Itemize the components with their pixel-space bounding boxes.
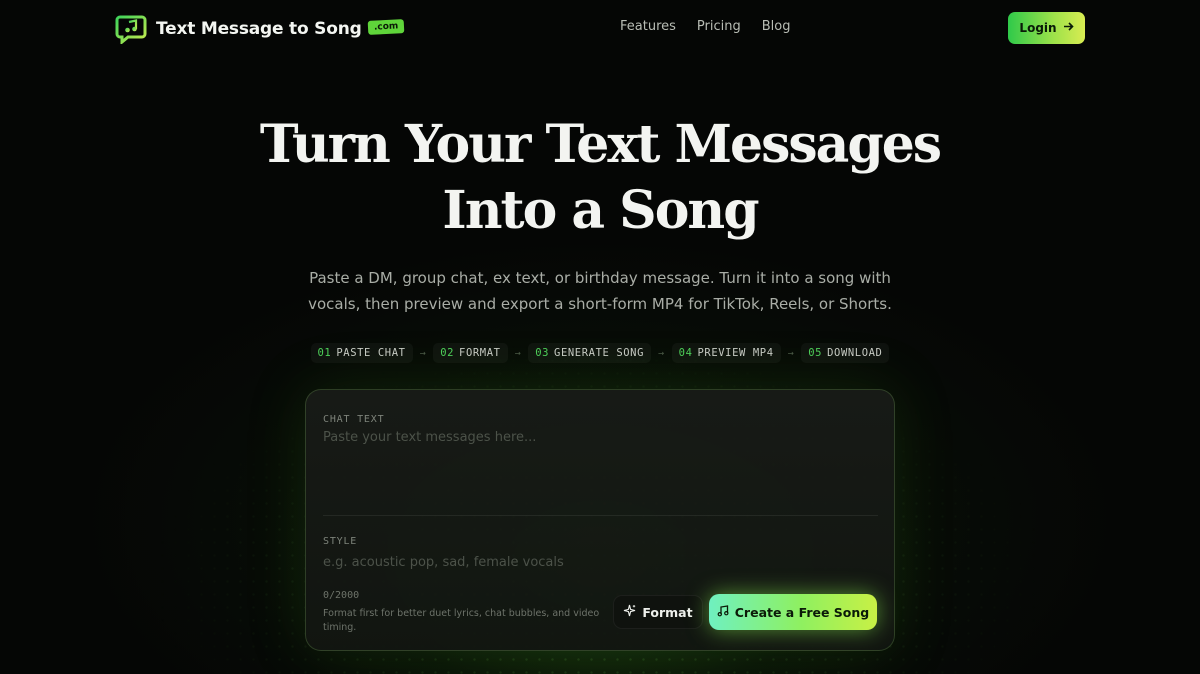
hero-subtitle-line-2: vocals, then preview and export a short-… xyxy=(308,295,892,313)
create-song-label: Create a Free Song xyxy=(734,604,870,620)
format-button[interactable]: Format xyxy=(613,595,703,629)
step-preview-mp4: 04 PREVIEW MP4 xyxy=(671,343,781,363)
song-form-card: CHAT TEXT STYLE 0/2000 Format first for … xyxy=(305,389,895,651)
site-header: Text Message to Song .com Features Prici… xyxy=(0,0,1200,56)
nav-link-features[interactable]: Features xyxy=(620,19,676,34)
nav-link-pricing[interactable]: Pricing xyxy=(697,19,741,34)
hero-subtitle: Paste a DM, group chat, ex text, or birt… xyxy=(280,265,920,317)
sparkle-icon xyxy=(623,604,636,620)
field-divider xyxy=(323,515,878,516)
brand-badge: .com xyxy=(367,19,405,35)
hero-title-line-1: Turn Your Text Messages xyxy=(259,114,942,175)
style-label: STYLE xyxy=(323,536,358,547)
arrow-right-icon: → xyxy=(419,347,427,359)
character-counter: 0/2000 xyxy=(323,590,360,601)
arrow-right-icon: → xyxy=(514,347,522,359)
nav-link-blog[interactable]: Blog xyxy=(762,19,791,34)
chat-text-label: CHAT TEXT xyxy=(323,414,385,425)
format-hint: Format first for better duet lyrics, cha… xyxy=(323,608,600,633)
login-button[interactable]: Login xyxy=(1008,12,1085,44)
arrow-right-icon: → xyxy=(658,347,665,359)
step-download: 05 DOWNLOAD xyxy=(801,343,890,363)
hero-title-line-2: Into a Song xyxy=(442,180,759,241)
arrow-right-icon xyxy=(1063,21,1074,35)
step-paste-chat: 01 PASTE CHAT xyxy=(310,343,413,363)
create-song-button[interactable]: Create a Free Song xyxy=(709,594,877,630)
format-label: Format xyxy=(642,604,693,620)
login-label: Login xyxy=(1019,21,1057,35)
music-note-icon xyxy=(717,604,729,620)
brand-name: Text Message to Song xyxy=(156,19,362,39)
music-chat-icon xyxy=(115,14,147,46)
process-steps: 01 PASTE CHAT → 02 FORMAT → 03 GENERATE SON… xyxy=(0,343,1200,363)
step-format: 02 FORMAT xyxy=(433,343,508,363)
main-nav: Features Pricing Blog xyxy=(620,19,790,34)
step-generate-song: 03 GENERATE SONG xyxy=(528,343,652,363)
brand-logo[interactable]: Text Message to Song .com xyxy=(115,14,405,46)
arrow-right-icon: → xyxy=(787,347,795,359)
hero-subtitle-line-1: Paste a DM, group chat, ex text, or birt… xyxy=(309,269,891,287)
chat-text-input[interactable] xyxy=(323,430,878,510)
hero-title: Turn Your Text Messages Into a Song xyxy=(0,112,1200,244)
style-input[interactable] xyxy=(323,552,623,572)
